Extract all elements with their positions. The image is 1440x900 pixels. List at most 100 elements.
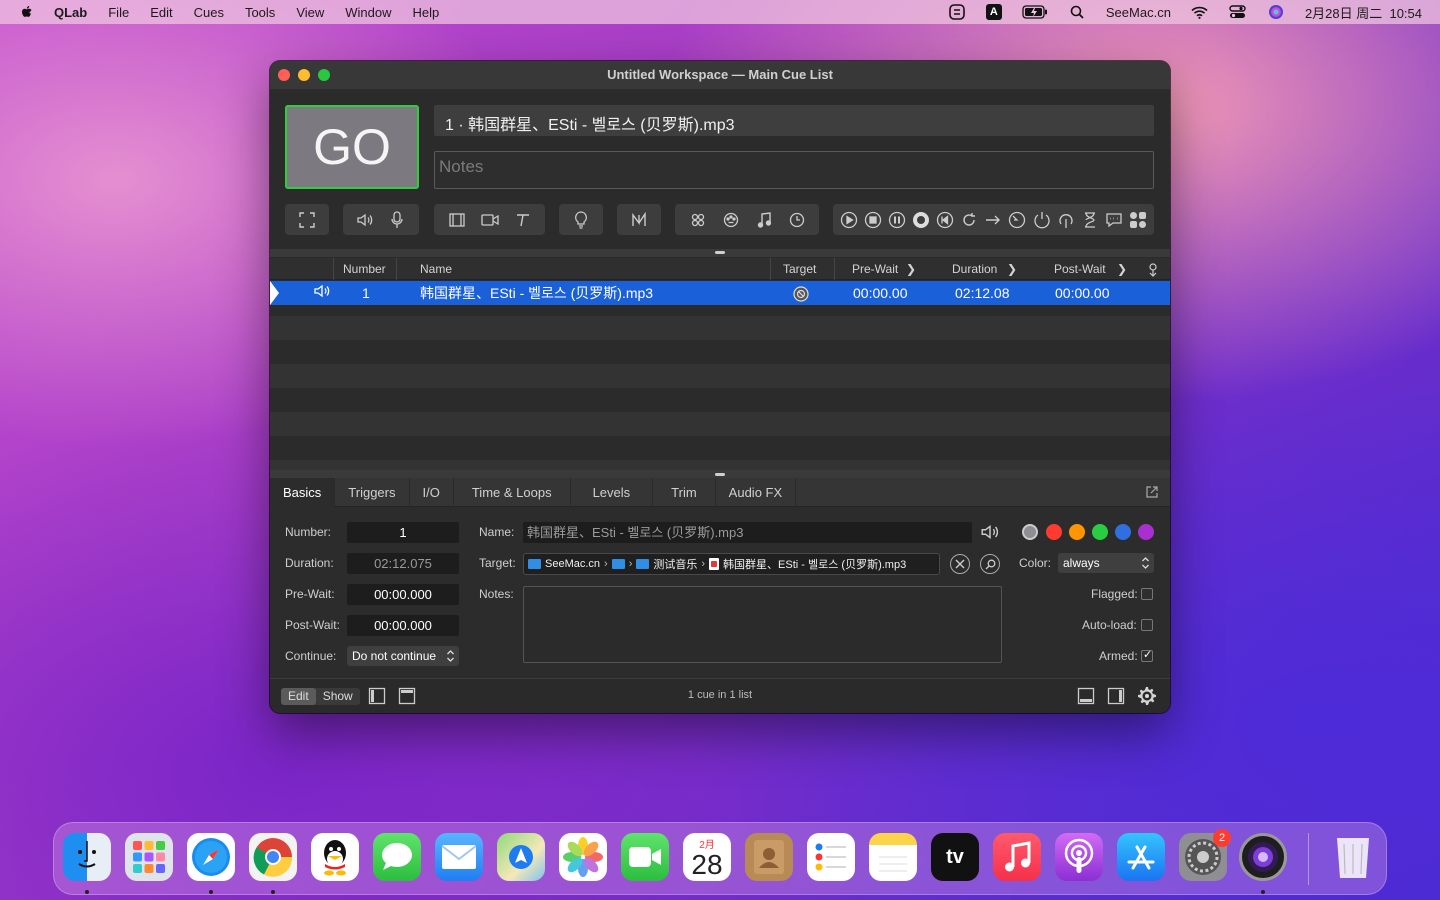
disarm-icon[interactable] — [1055, 209, 1077, 231]
name-field[interactable]: 韩国群星、ESti - 벨로스 (贝罗斯).mp3 — [523, 522, 972, 543]
column-number[interactable]: Number — [343, 258, 386, 280]
settings-gear-icon[interactable] — [1138, 687, 1156, 705]
wifi-icon[interactable] — [1191, 4, 1209, 20]
photos-icon[interactable] — [559, 833, 607, 881]
column-target[interactable]: Target — [783, 258, 816, 280]
duration-field[interactable]: 02:12.075 — [347, 553, 459, 574]
timecode-cue-icon[interactable] — [786, 209, 808, 231]
memo-icon[interactable] — [1103, 209, 1125, 231]
tab-basics[interactable]: Basics — [270, 478, 336, 507]
sync-status-icon[interactable] — [948, 4, 966, 20]
column-name[interactable]: Name — [420, 258, 452, 280]
siri-icon[interactable] — [1267, 4, 1285, 20]
stop-icon[interactable] — [862, 209, 884, 231]
mail-icon[interactable] — [435, 833, 483, 881]
arm-icon[interactable] — [1031, 209, 1053, 231]
tab-levels[interactable]: Levels — [571, 478, 654, 507]
fullscreen-icon[interactable] — [296, 209, 318, 231]
control-center-icon[interactable] — [1229, 4, 1247, 20]
audio-preview-icon[interactable] — [980, 523, 1000, 544]
clear-target-button[interactable] — [950, 554, 970, 574]
system-preferences-icon[interactable]: 2 — [1179, 829, 1231, 881]
calendar-icon[interactable]: 2月 28 — [683, 833, 731, 881]
maps-icon[interactable] — [497, 833, 545, 881]
folder-icon[interactable] — [611, 559, 625, 569]
column-pre-wait[interactable]: Pre-Wait — [852, 258, 898, 280]
music-cue-icon[interactable] — [753, 209, 775, 231]
number-field[interactable]: 1 — [347, 522, 459, 543]
color-swatch-purple[interactable] — [1138, 524, 1154, 540]
popout-inspector-icon[interactable] — [1145, 485, 1159, 499]
reminders-icon[interactable] — [807, 833, 855, 881]
menu-tools[interactable]: Tools — [245, 5, 275, 20]
app-store-icon[interactable] — [1117, 833, 1165, 881]
network-cue-icon[interactable] — [687, 209, 709, 231]
menu-edit[interactable]: Edit — [150, 5, 172, 20]
mic-cue-icon[interactable] — [386, 209, 408, 231]
launchpad-icon[interactable] — [125, 833, 173, 881]
qlab-app-icon[interactable] — [1239, 833, 1287, 881]
chrome-icon[interactable] — [249, 833, 297, 881]
reset-icon[interactable] — [934, 209, 956, 231]
tab-io[interactable]: I/O — [410, 478, 454, 507]
color-swatch-orange[interactable] — [1069, 524, 1085, 540]
menu-app-name[interactable]: QLab — [54, 5, 87, 20]
reveal-target-button[interactable] — [980, 554, 1000, 574]
wait-icon[interactable] — [1079, 209, 1101, 231]
color-swatch-red[interactable] — [1046, 524, 1062, 540]
messages-icon[interactable] — [373, 833, 421, 881]
text-cue-icon[interactable] — [512, 209, 534, 231]
devamp-icon[interactable] — [958, 209, 980, 231]
battery-icon[interactable] — [1022, 4, 1048, 20]
finder-icon[interactable] — [63, 833, 111, 881]
armed-checkbox[interactable] — [1141, 648, 1153, 662]
podcasts-icon[interactable] — [1055, 833, 1103, 881]
toggle-right-panel-icon[interactable] — [1107, 687, 1125, 705]
input-source-icon[interactable]: A — [985, 4, 1002, 20]
toolbar-split-handle[interactable] — [270, 249, 1170, 257]
tab-time-loops[interactable]: Time & Loops — [454, 478, 571, 507]
facetime-icon[interactable] — [621, 833, 669, 881]
contacts-icon[interactable] — [745, 833, 793, 881]
menubar-site-label[interactable]: SeeMac.cn — [1106, 5, 1171, 20]
goto-icon[interactable] — [982, 209, 1004, 231]
continue-select[interactable]: Do not continue — [347, 646, 459, 666]
group-icon[interactable] — [1127, 209, 1149, 231]
audio-cue-icon[interactable] — [354, 209, 376, 231]
notes-textarea[interactable] — [523, 586, 1002, 663]
color-mode-select[interactable]: always — [1058, 553, 1154, 573]
cue-notes-field[interactable]: Notes — [434, 151, 1154, 189]
apple-menu-icon[interactable] — [19, 4, 35, 20]
column-duration[interactable]: Duration — [952, 258, 997, 280]
menu-help[interactable]: Help — [413, 5, 440, 20]
notes-app-icon[interactable] — [869, 833, 917, 881]
path-crumb-folder[interactable]: 测试音乐 — [653, 556, 697, 572]
music-icon[interactable] — [993, 833, 1041, 881]
inspector-split-handle[interactable] — [270, 470, 1170, 478]
color-swatch-none[interactable] — [1022, 524, 1038, 540]
target-icon[interactable] — [1006, 209, 1028, 231]
apple-tv-icon[interactable]: tv — [931, 833, 979, 881]
tab-audio-fx[interactable]: Audio FX — [716, 478, 797, 507]
spotlight-search-icon[interactable] — [1068, 4, 1086, 20]
path-crumb-file[interactable]: 韩国群星、ESti - 벨로스 (贝罗斯).mp3 — [723, 556, 906, 572]
tab-triggers[interactable]: Triggers — [335, 478, 410, 507]
menu-window[interactable]: Window — [345, 5, 391, 20]
path-crumb-root[interactable]: SeeMac.cn — [545, 558, 600, 570]
menu-view[interactable]: View — [296, 5, 324, 20]
table-row[interactable]: 1 韩国群星、ESti - 벨로스 (贝罗斯).mp3 00:00.00 02:… — [270, 281, 1170, 305]
menu-file[interactable]: File — [108, 5, 129, 20]
color-swatch-blue[interactable] — [1115, 524, 1131, 540]
camera-cue-icon[interactable] — [479, 209, 501, 231]
midi-cue-icon[interactable] — [720, 209, 742, 231]
qq-icon[interactable] — [311, 833, 359, 881]
start-icon[interactable] — [838, 209, 860, 231]
safari-icon[interactable] — [187, 833, 235, 881]
load-icon[interactable] — [910, 209, 932, 231]
video-cue-icon[interactable] — [446, 209, 468, 231]
pre-wait-field[interactable]: 00:00.000 — [347, 584, 459, 605]
column-post-wait[interactable]: Post-Wait — [1054, 258, 1106, 280]
toggle-inspector-icon[interactable] — [1077, 687, 1095, 705]
post-wait-field[interactable]: 00:00.000 — [347, 615, 459, 636]
flagged-checkbox[interactable] — [1141, 588, 1153, 600]
